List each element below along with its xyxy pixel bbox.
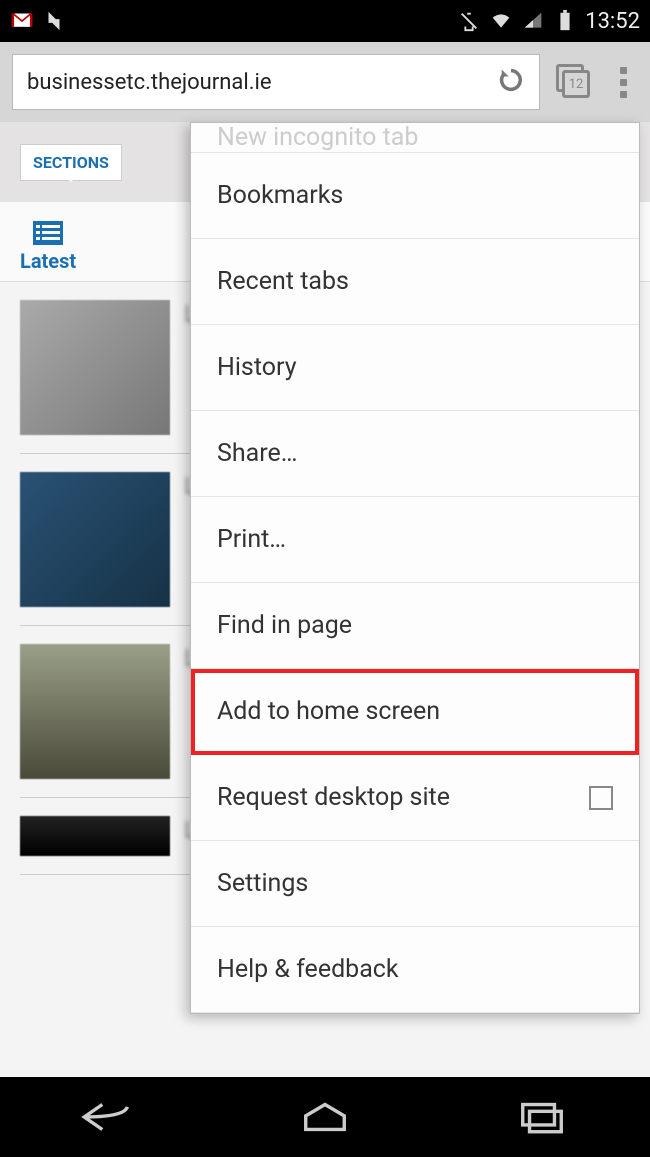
menu-item-find-in-page[interactable]: Find in page bbox=[191, 583, 639, 669]
tabs-button[interactable]: 12 bbox=[554, 62, 594, 102]
browser-toolbar: businessetc.thejournal.ie 12 bbox=[0, 42, 650, 122]
menu-item-help-feedback[interactable]: Help & feedback bbox=[191, 927, 639, 1013]
menu-item-print[interactable]: Print… bbox=[191, 497, 639, 583]
menu-item-new-incognito[interactable]: New incognito tab bbox=[191, 123, 639, 153]
menu-item-settings[interactable]: Settings bbox=[191, 841, 639, 927]
list-icon bbox=[33, 221, 63, 245]
checkbox[interactable] bbox=[589, 786, 613, 810]
menu-item-share[interactable]: Share… bbox=[191, 411, 639, 497]
tab-label: Latest bbox=[20, 249, 76, 273]
menu-item-add-to-home-screen[interactable]: Add to home screen bbox=[191, 669, 639, 755]
android-nav-bar bbox=[0, 1077, 650, 1157]
recent-apps-button[interactable] bbox=[507, 1097, 577, 1137]
overflow-menu-button[interactable] bbox=[608, 67, 638, 98]
signal-icon bbox=[521, 9, 545, 33]
refresh-icon[interactable] bbox=[497, 66, 525, 98]
url-text: businessetc.thejournal.ie bbox=[27, 70, 497, 95]
sync-icon bbox=[42, 9, 66, 33]
tab-count: 12 bbox=[562, 70, 590, 98]
home-button[interactable] bbox=[290, 1097, 360, 1137]
sections-button[interactable]: SECTIONS bbox=[20, 144, 122, 181]
menu-item-history[interactable]: History bbox=[191, 325, 639, 411]
menu-item-recent-tabs[interactable]: Recent tabs bbox=[191, 239, 639, 325]
wifi-icon bbox=[489, 9, 513, 33]
tab-latest[interactable]: Latest bbox=[20, 221, 76, 273]
back-button[interactable] bbox=[73, 1097, 143, 1137]
battery-icon bbox=[553, 9, 577, 33]
android-status-bar: 13:52 bbox=[0, 0, 650, 42]
overflow-menu: New incognito tab Bookmarks Recent tabs … bbox=[190, 122, 640, 1014]
menu-item-label: Request desktop site bbox=[217, 783, 450, 812]
menu-item-bookmarks[interactable]: Bookmarks bbox=[191, 153, 639, 239]
menu-item-request-desktop-site[interactable]: Request desktop site bbox=[191, 755, 639, 841]
vibrate-icon bbox=[457, 9, 481, 33]
url-bar[interactable]: businessetc.thejournal.ie bbox=[12, 54, 540, 110]
gmail-icon bbox=[10, 9, 34, 33]
clock: 13:52 bbox=[585, 9, 640, 34]
